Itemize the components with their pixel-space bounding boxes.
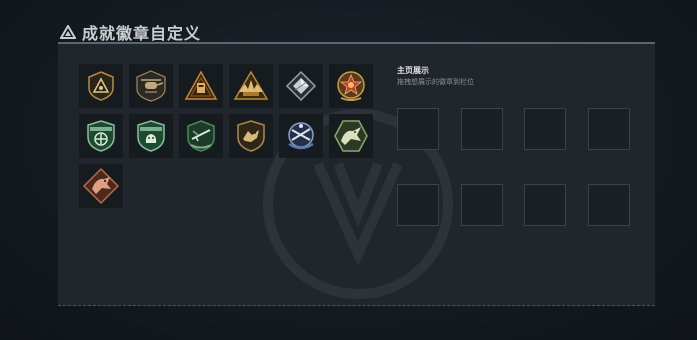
showcase-title: 主页展示 xyxy=(397,66,429,75)
triangle-shield-badge-icon xyxy=(88,71,114,101)
showcase-slot-6[interactable] xyxy=(461,184,503,226)
blue-rifles-badge-icon xyxy=(288,122,314,150)
badge-copper-dragon-diamond[interactable] xyxy=(79,164,123,208)
badge-green-rifle[interactable] xyxy=(179,114,223,158)
page-title: 成就徽章自定义 xyxy=(82,24,202,43)
showcase-slot-3[interactable] xyxy=(524,108,566,150)
green-rifle-badge-icon xyxy=(187,120,215,152)
badge-helicopter[interactable] xyxy=(129,64,173,108)
showcase-slot-5[interactable] xyxy=(397,184,439,226)
badge-green-dragon-hex[interactable] xyxy=(329,114,373,158)
badge-star-emblem[interactable] xyxy=(329,64,373,108)
badge-gold-wolf-shield[interactable] xyxy=(229,114,273,158)
green-shield-cross-badge-icon xyxy=(87,120,115,152)
badge-customization-panel: 主页展示 拖拽想展示的徽章到栏位 xyxy=(58,42,655,306)
showcase-hint: 拖拽想展示的徽章到栏位 xyxy=(397,78,474,86)
gold-wolf-shield-badge-icon xyxy=(237,120,265,152)
badge-triangle-shield[interactable] xyxy=(79,64,123,108)
showcase-slot-2[interactable] xyxy=(461,108,503,150)
badge-triangle-card[interactable] xyxy=(179,64,223,108)
green-shield-lion-badge-icon xyxy=(137,120,165,152)
showcase-slot-4[interactable] xyxy=(588,108,630,150)
helicopter-badge-icon xyxy=(136,70,166,102)
showcase-slot-7[interactable] xyxy=(524,184,566,226)
badge-diamond[interactable] xyxy=(279,64,323,108)
badge-triangle-eagle[interactable] xyxy=(229,64,273,108)
showcase-slot-1[interactable] xyxy=(397,108,439,150)
badge-blue-rifles[interactable] xyxy=(279,114,323,158)
green-dragon-hex-badge-icon xyxy=(334,120,368,152)
diamond-badge-icon xyxy=(285,70,317,102)
badge-green-shield-cross[interactable] xyxy=(79,114,123,158)
copper-dragon-diamond-badge-icon xyxy=(82,167,120,205)
badge-collection xyxy=(79,64,373,208)
showcase-slot-8[interactable] xyxy=(588,184,630,226)
warning-triangle-icon xyxy=(60,25,76,39)
badge-green-shield-lion[interactable] xyxy=(129,114,173,158)
page-header: 成就徽章自定义 xyxy=(60,20,201,44)
triangle-card-badge-icon xyxy=(184,70,218,100)
triangle-eagle-badge-icon xyxy=(233,70,269,100)
star-emblem-badge-icon xyxy=(337,71,365,101)
